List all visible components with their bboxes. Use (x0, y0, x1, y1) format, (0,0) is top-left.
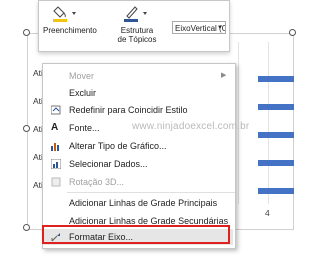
menu-item-label: Mover (69, 71, 95, 81)
outline-label-line1: Estrutura (120, 26, 154, 35)
menu-item-label: Selecionar Dados... (69, 159, 148, 169)
menu-item-label: Fonte... (69, 123, 100, 133)
menu-item-3d-rotation[interactable]: Rotação 3D... (43, 174, 233, 190)
pen-outline-icon (124, 6, 147, 22)
menu-item-reset-style[interactable]: Redefinir para Coincidir Estilo (43, 102, 233, 118)
reset-style-icon (51, 105, 61, 115)
menu-item-delete[interactable]: Excluir (43, 85, 233, 101)
chart-resize-handle-top-right[interactable] (289, 29, 296, 36)
watermark: www.ninjadoexcel.com.br (132, 121, 250, 132)
fill-button[interactable]: Preenchimento (43, 4, 97, 35)
highlight-box (42, 225, 230, 244)
outline-button[interactable]: Estrutura de Tópicos (111, 4, 163, 44)
menu-item-label: Rotação 3D... (69, 177, 125, 187)
chevron-down-icon: ▼ (217, 25, 223, 31)
data-bar[interactable] (258, 188, 294, 194)
menu-separator (67, 192, 235, 193)
chart-type-icon (51, 143, 59, 151)
menu-item-change-chart-type[interactable]: Alterar Tipo de Gráfico... (43, 138, 233, 154)
rotation-3d-icon (51, 177, 61, 187)
fill-label: Preenchimento (43, 26, 97, 35)
paint-bucket-icon (53, 6, 76, 22)
chart-element-select[interactable]: EixoVertical (C... ▼ (172, 21, 226, 34)
menu-item-add-major-gridlines[interactable]: Adicionar Linhas de Grade Principais (43, 195, 233, 211)
chart-resize-handle-left[interactable] (23, 125, 30, 132)
data-bar[interactable] (258, 76, 294, 82)
menu-item-move[interactable]: Mover ▶ (43, 68, 233, 84)
data-bar[interactable] (258, 132, 294, 138)
menu-item-select-data[interactable]: Selecionar Dados... (43, 156, 233, 172)
select-data-icon (51, 159, 61, 169)
menu-item-label: Excluir (69, 88, 97, 98)
gridline (268, 42, 269, 204)
data-bar[interactable] (258, 104, 294, 110)
chart-resize-handle-bottom-left[interactable] (23, 224, 30, 231)
context-menu: Mover ▶ Excluir Redefinir para Coincidir… (42, 63, 236, 249)
outline-label-line2: de Tópicos (117, 35, 157, 44)
font-icon: A (51, 122, 59, 133)
data-bar[interactable] (258, 160, 294, 166)
chart-resize-handle-top-left[interactable] (23, 29, 30, 36)
menu-item-label: Redefinir para Coincidir Estilo (69, 105, 188, 115)
mini-format-toolbar: Preenchimento Estrutura de Tópicos EixoV… (38, 0, 230, 52)
menu-item-label: Alterar Tipo de Gráfico... (69, 141, 167, 151)
menu-item-label: Adicionar Linhas de Grade Principais (69, 198, 218, 208)
chevron-right-icon: ▶ (221, 72, 227, 79)
axis-tick-label: 4 (265, 208, 270, 218)
